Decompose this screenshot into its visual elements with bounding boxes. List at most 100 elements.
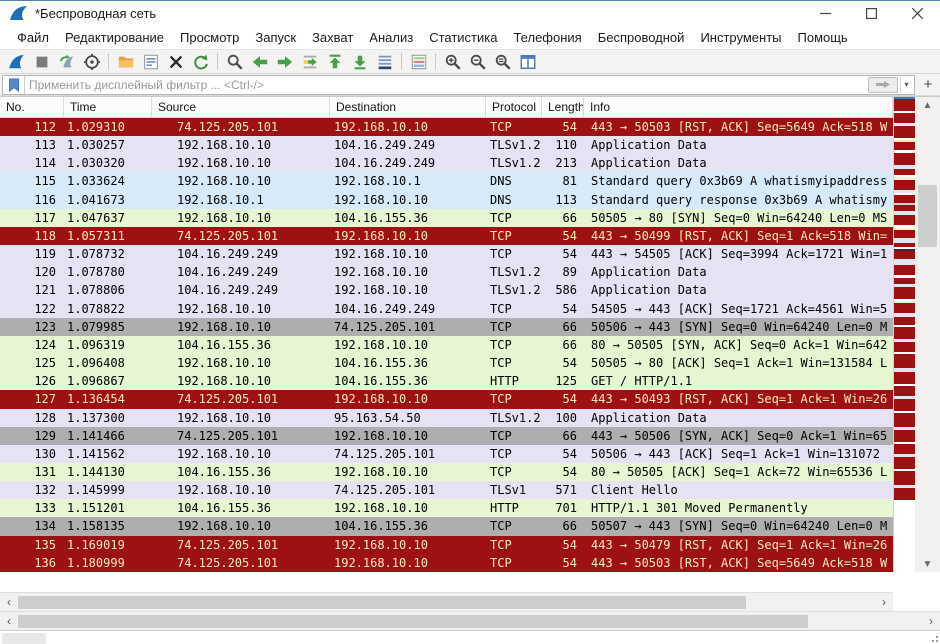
cell-length: 54 [542, 463, 584, 481]
minimize-button[interactable] [802, 1, 848, 25]
cell-length: 213 [542, 154, 584, 172]
colorize-packets-icon[interactable] [406, 50, 431, 73]
cell-info: Standard query response 0x3b69 A whatism… [584, 191, 893, 209]
packet-row[interactable]: 1211.078806104.16.249.249192.168.10.10TL… [0, 281, 893, 299]
menu-edit[interactable]: Редактирование [57, 27, 172, 48]
hscroll-left-arrow-icon[interactable]: ‹ [0, 595, 18, 609]
column-header-source[interactable]: Source [152, 97, 330, 117]
hscroll-left-arrow-icon[interactable]: ‹ [0, 614, 18, 628]
packet-row[interactable]: 1241.096319104.16.155.36192.168.10.10TCP… [0, 336, 893, 354]
secondary-hscrollbar[interactable]: ‹ › [0, 611, 940, 630]
packet-row[interactable]: 1171.047637192.168.10.10104.16.155.36TCP… [0, 209, 893, 227]
capture-options-icon[interactable] [79, 50, 104, 73]
packet-row[interactable]: 1201.078780104.16.249.249192.168.10.10TL… [0, 263, 893, 281]
hscroll-thumb[interactable] [18, 615, 808, 628]
menu-capture[interactable]: Захват [304, 27, 361, 48]
cell-source: 192.168.10.1 [152, 191, 330, 209]
packet-row[interactable]: 1331.151201104.16.155.36192.168.10.10HTT… [0, 499, 893, 517]
packet-row[interactable]: 1361.18099974.125.205.101192.168.10.10TC… [0, 554, 893, 572]
zoom-in-icon[interactable] [440, 50, 465, 73]
find-packet-icon[interactable] [222, 50, 247, 73]
menu-view[interactable]: Просмотр [172, 27, 247, 48]
display-filter-input[interactable] [25, 78, 868, 92]
go-to-packet-icon[interactable] [297, 50, 322, 73]
stop-capture-icon[interactable] [29, 50, 54, 73]
go-first-packet-icon[interactable] [322, 50, 347, 73]
close-file-icon[interactable] [163, 50, 188, 73]
menu-analyze[interactable]: Анализ [361, 27, 421, 48]
menu-wireless[interactable]: Беспроводной [590, 27, 693, 48]
packet-row[interactable]: 1341.158135192.168.10.10104.16.155.36TCP… [0, 517, 893, 535]
menu-statistics[interactable]: Статистика [421, 27, 505, 48]
resize-grip[interactable] [930, 634, 938, 642]
hscroll-thumb[interactable] [18, 596, 746, 609]
filter-bookmark-icon[interactable] [3, 76, 25, 94]
packet-row[interactable]: 1161.041673192.168.10.1192.168.10.10DNS1… [0, 191, 893, 209]
cell-time: 1.096408 [64, 354, 152, 372]
column-header-info[interactable]: Info [584, 97, 893, 117]
menu-go[interactable]: Запуск [247, 27, 304, 48]
auto-scroll-icon[interactable] [372, 50, 397, 73]
menu-help[interactable]: Помощь [790, 27, 856, 48]
packet-row[interactable]: 1191.078732104.16.249.249192.168.10.10TC… [0, 245, 893, 263]
packet-row[interactable]: 1181.05731174.125.205.101192.168.10.10TC… [0, 227, 893, 245]
cell-time: 1.030257 [64, 136, 152, 154]
packet-row[interactable]: 1221.078822192.168.10.10104.16.249.249TC… [0, 300, 893, 318]
column-header-no[interactable]: No. [0, 97, 64, 117]
menu-telephony[interactable]: Телефония [505, 27, 589, 48]
filter-history-caret-icon[interactable]: ▾ [900, 77, 912, 93]
hscroll-track[interactable] [18, 614, 922, 629]
packet-row[interactable]: 1151.033624192.168.10.10192.168.10.1DNS8… [0, 172, 893, 190]
packet-row[interactable]: 1131.030257192.168.10.10104.16.249.249TL… [0, 136, 893, 154]
packet-row[interactable]: 1321.145999192.168.10.1074.125.205.101TL… [0, 481, 893, 499]
go-last-packet-icon[interactable] [347, 50, 372, 73]
close-button[interactable] [894, 1, 940, 25]
cell-time: 1.079985 [64, 318, 152, 336]
packet-row[interactable]: 1281.137300192.168.10.1095.163.54.50TLSv… [0, 409, 893, 427]
packet-list-hscrollbar[interactable]: ‹ › [0, 592, 893, 611]
minimap-stripe [894, 354, 915, 368]
packet-row[interactable]: 1301.141562192.168.10.1074.125.205.101TC… [0, 445, 893, 463]
restart-capture-icon[interactable] [54, 50, 79, 73]
maximize-button[interactable] [848, 1, 894, 25]
packet-row[interactable]: 1291.14146674.125.205.101192.168.10.10TC… [0, 427, 893, 445]
save-file-icon[interactable] [138, 50, 163, 73]
scroll-up-arrow-icon[interactable]: ▲ [915, 97, 940, 113]
cell-time: 1.137300 [64, 409, 152, 427]
menu-file[interactable]: Файл [9, 27, 57, 48]
vertical-scroll-track[interactable] [915, 113, 940, 556]
open-file-icon[interactable] [113, 50, 138, 73]
column-header-destination[interactable]: Destination [330, 97, 486, 117]
column-header-length[interactable]: Length [542, 97, 584, 117]
packet-row[interactable]: 1141.030320192.168.10.10104.16.249.249TL… [0, 154, 893, 172]
intelligent-scrollbar-minimap[interactable] [893, 97, 915, 572]
column-header-protocol[interactable]: Protocol [486, 97, 542, 117]
packet-row[interactable]: 1261.096867192.168.10.10104.16.155.36HTT… [0, 372, 893, 390]
resize-columns-icon[interactable] [515, 50, 540, 73]
add-filter-button[interactable]: + [919, 76, 937, 94]
packet-table-header[interactable]: No.TimeSourceDestinationProtocolLengthIn… [0, 97, 893, 118]
cell-length: 66 [542, 427, 584, 445]
start-capture-icon[interactable] [4, 50, 29, 73]
packet-row[interactable]: 1251.096408192.168.10.10104.16.155.36TCP… [0, 354, 893, 372]
hscroll-right-arrow-icon[interactable]: › [875, 595, 893, 609]
packet-row[interactable]: 1351.16901974.125.205.101192.168.10.10TC… [0, 536, 893, 554]
column-header-time[interactable]: Time [64, 97, 152, 117]
scroll-down-arrow-icon[interactable]: ▼ [915, 556, 940, 572]
packet-row[interactable]: 1271.13645474.125.205.101192.168.10.10TC… [0, 390, 893, 408]
packet-row[interactable]: 1121.02931074.125.205.101192.168.10.10TC… [0, 118, 893, 136]
packet-row[interactable]: 1231.079985192.168.10.1074.125.205.101TC… [0, 318, 893, 336]
packet-row[interactable]: 1311.144130104.16.155.36192.168.10.10TCP… [0, 463, 893, 481]
vertical-scrollbar[interactable]: ▲ ▼ [915, 97, 940, 572]
apply-filter-button[interactable] [868, 77, 898, 93]
hscroll-right-arrow-icon[interactable]: › [922, 614, 940, 628]
go-forward-icon[interactable] [272, 50, 297, 73]
zoom-normal-icon[interactable] [490, 50, 515, 73]
menu-tools[interactable]: Инструменты [692, 27, 789, 48]
minimap-stripe [894, 399, 915, 411]
go-back-icon[interactable] [247, 50, 272, 73]
vertical-scroll-thumb[interactable] [918, 185, 937, 247]
reload-file-icon[interactable] [188, 50, 213, 73]
zoom-out-icon[interactable] [465, 50, 490, 73]
hscroll-track[interactable] [18, 595, 875, 610]
